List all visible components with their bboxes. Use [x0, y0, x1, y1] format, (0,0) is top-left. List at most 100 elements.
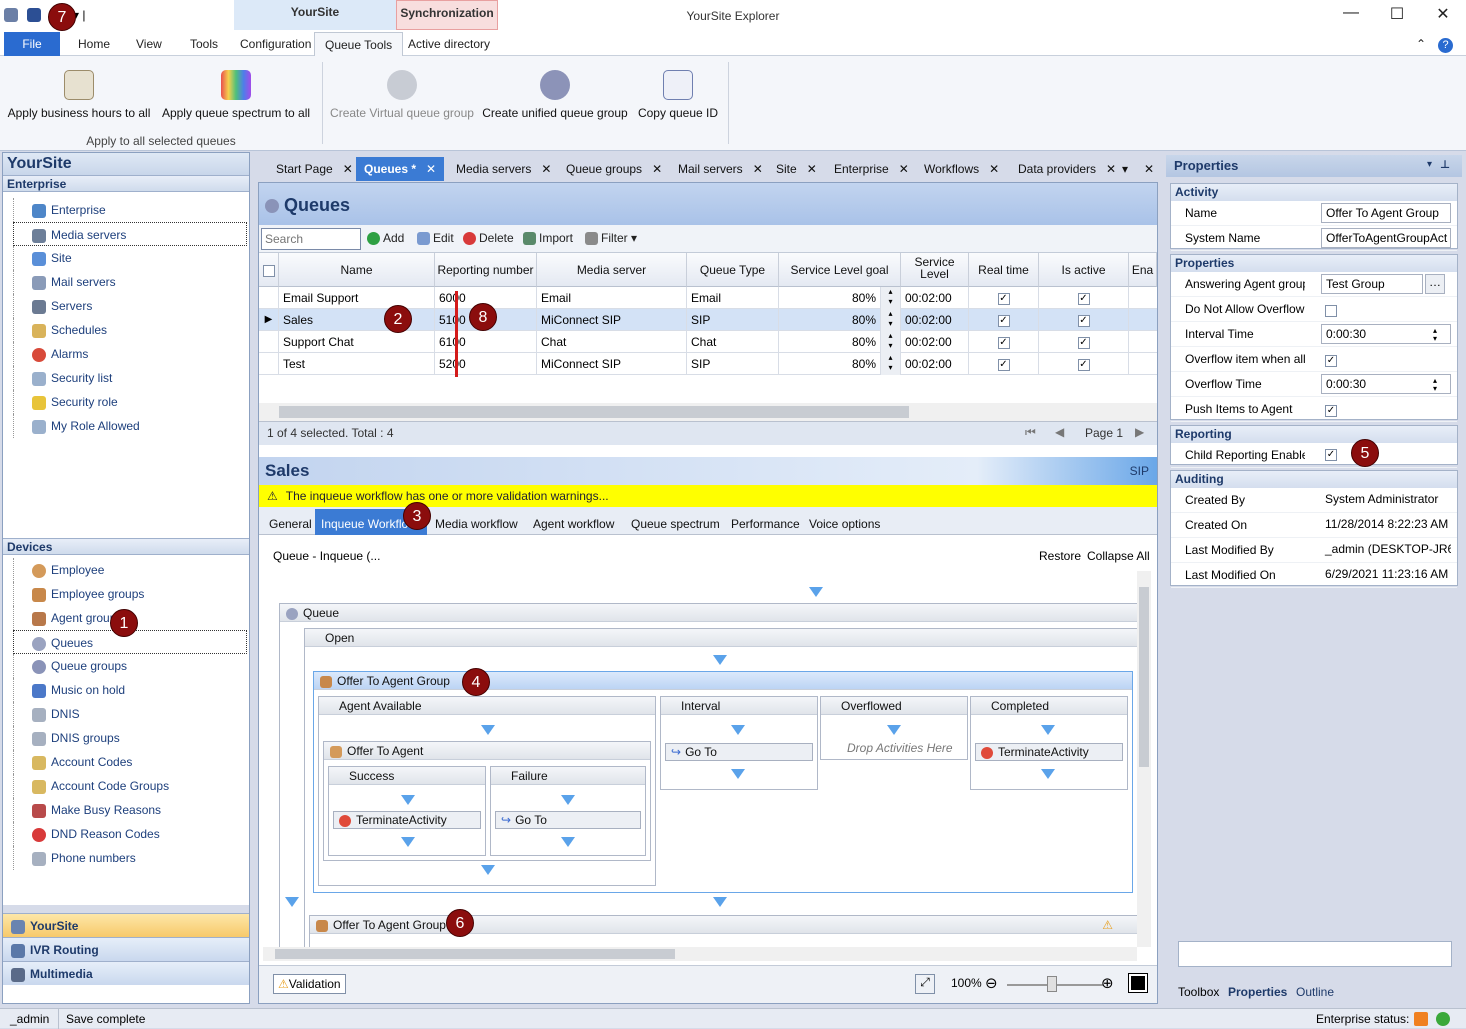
close-all-icon[interactable]: ✕: [1140, 157, 1158, 181]
nav-section-ivr-routing[interactable]: IVR Routing: [3, 937, 249, 961]
open-activity[interactable]: Open Offer To Agent Group Agent Availabl…: [304, 628, 1139, 951]
tab-media-workflow[interactable]: Media workflow: [429, 509, 524, 535]
close-icon[interactable]: ✕: [426, 162, 436, 176]
child-reporting-checkbox[interactable]: ✓: [1325, 447, 1337, 461]
group-header[interactable]: Auditing: [1171, 471, 1457, 488]
close-icon[interactable]: ✕: [1106, 162, 1116, 176]
overflow-time-field[interactable]: 0:00:30: [1321, 374, 1451, 394]
fit-to-screen-icon[interactable]: ⤢: [915, 974, 935, 994]
next-page-icon[interactable]: ▶: [1135, 425, 1144, 439]
apply-queue-spectrum-button[interactable]: Apply queue spectrum to all: [158, 70, 314, 120]
tab-properties[interactable]: Properties: [1228, 985, 1287, 999]
doc-tab-queues[interactable]: Queues * ✕: [356, 157, 445, 181]
doc-tab-site[interactable]: Site ✕: [768, 157, 825, 181]
nav-item-dnis-groups[interactable]: DNIS groups: [13, 726, 249, 750]
doc-tab-data-providers[interactable]: Data providers ✕: [1010, 157, 1124, 181]
col-header-enabled[interactable]: Ena: [1129, 253, 1157, 287]
tab-outline[interactable]: Outline: [1296, 985, 1334, 999]
checkbox[interactable]: ✓: [1077, 336, 1090, 349]
goto-activity[interactable]: ↪ Go To: [495, 811, 641, 829]
dropdown-icon[interactable]: ▾: [1427, 159, 1432, 170]
tab-general[interactable]: General: [263, 509, 318, 535]
terminate-activity[interactable]: TerminateActivity: [975, 743, 1123, 761]
first-page-icon[interactable]: ⏮: [1025, 425, 1036, 440]
vertical-scrollbar[interactable]: [1137, 571, 1151, 947]
nav-item-dnis[interactable]: DNIS: [13, 702, 249, 726]
spin-button[interactable]: ▴ ▾: [1433, 377, 1437, 393]
minimize-button[interactable]: —: [1336, 4, 1366, 26]
spin-button[interactable]: ▴ ▾: [881, 331, 901, 353]
col-header-service-level-goal[interactable]: Service Level goal: [779, 253, 901, 287]
scrollbar-thumb[interactable]: [279, 406, 909, 418]
checkbox[interactable]: ✓: [1077, 314, 1090, 327]
browse-button[interactable]: …: [1425, 274, 1445, 294]
nav-item-queue-groups[interactable]: Queue groups: [13, 654, 249, 678]
nav-item-security-role[interactable]: Security role: [13, 390, 249, 414]
nav-item-servers[interactable]: Servers: [13, 294, 249, 318]
col-header-service-level[interactable]: Service Level: [901, 253, 969, 287]
checkbox[interactable]: ✓: [997, 314, 1010, 327]
table-row[interactable]: Support Chat 6100 Chat Chat 80% ▴ ▾ 00:02…: [259, 331, 1157, 353]
create-virtual-queue-group-button[interactable]: Create Virtual queue group: [328, 70, 476, 120]
apply-business-hours-button[interactable]: Apply business hours to all: [6, 70, 152, 120]
select-all-checkbox[interactable]: [259, 253, 279, 287]
doc-tab-start-page[interactable]: Start Page ✕: [268, 157, 361, 181]
tab-home[interactable]: Home: [68, 32, 120, 56]
validation-button[interactable]: ⚠Validation: [273, 974, 346, 994]
tab-queue-tools[interactable]: Queue Tools: [314, 32, 404, 56]
horizontal-scrollbar[interactable]: [263, 947, 1137, 961]
tab-agent-workflow[interactable]: Agent workflow: [527, 509, 620, 535]
drop-zone[interactable]: Drop Activities Here: [847, 741, 953, 755]
close-icon[interactable]: ✕: [652, 162, 662, 176]
col-header-reporting-number[interactable]: Reporting number: [435, 253, 537, 287]
delete-button[interactable]: Delete: [463, 231, 514, 246]
nav-item-music-on-hold[interactable]: Music on hold: [13, 678, 249, 702]
tab-voice-options[interactable]: Voice options: [803, 509, 886, 535]
tab-list-dropdown-icon[interactable]: ▾: [1118, 157, 1132, 181]
close-icon[interactable]: ✕: [753, 162, 763, 176]
tab-view[interactable]: View: [126, 32, 172, 56]
overflow-item-checkbox[interactable]: ✓: [1325, 353, 1337, 367]
checkbox[interactable]: [262, 264, 275, 277]
filter-button[interactable]: Filter ▾: [585, 231, 637, 246]
nav-section-multimedia[interactable]: Multimedia: [3, 961, 249, 985]
prev-page-icon[interactable]: ◀: [1055, 425, 1064, 439]
checkbox[interactable]: ✓: [1325, 404, 1337, 417]
tab-tools[interactable]: Tools: [180, 32, 228, 56]
col-header-real-time[interactable]: Real time: [969, 253, 1039, 287]
nav-item-site[interactable]: Site: [13, 246, 249, 270]
table-row[interactable]: Test 5200 MiConnect SIP SIP 80% ▴ ▾ 00:02…: [259, 353, 1157, 375]
zoom-out-icon[interactable]: ⊖: [985, 974, 998, 992]
completed-branch[interactable]: Completed TerminateActivity: [970, 696, 1128, 790]
help-icon[interactable]: ?: [1436, 32, 1455, 56]
queue-activity[interactable]: Queue Open Offer To Agent Group Agent Av…: [279, 603, 1139, 951]
close-icon[interactable]: ✕: [541, 162, 551, 176]
zoom-in-icon[interactable]: ⊕: [1101, 974, 1114, 992]
nav-item-enterprise[interactable]: Enterprise: [13, 198, 249, 222]
import-button[interactable]: Import: [523, 231, 573, 246]
spin-button[interactable]: ▴ ▾: [881, 309, 901, 331]
nav-item-employee[interactable]: Employee: [13, 558, 249, 582]
scrollbar-thumb[interactable]: [1139, 587, 1149, 767]
offer-to-agent-activity[interactable]: Offer To Agent Success TerminateActivity…: [323, 741, 651, 861]
failure-branch[interactable]: Failure ↪ Go To: [490, 766, 646, 856]
nav-item-security-list[interactable]: Security list: [13, 366, 249, 390]
tab-queue-spectrum[interactable]: Queue spectrum: [625, 509, 726, 535]
doc-tab-media-servers[interactable]: Media servers ✕: [448, 157, 559, 181]
close-icon[interactable]: ✕: [343, 162, 353, 176]
checkbox[interactable]: [1325, 304, 1337, 317]
spin-button[interactable]: ▴ ▾: [881, 287, 901, 309]
tab-toolbox[interactable]: Toolbox: [1178, 985, 1219, 999]
nav-item-alarms[interactable]: Alarms: [13, 342, 249, 366]
nav-item-employee-groups[interactable]: Employee groups: [13, 582, 249, 606]
spin-button[interactable]: ▴ ▾: [881, 353, 901, 375]
tab-performance[interactable]: Performance: [725, 509, 806, 535]
add-button[interactable]: Add: [367, 231, 404, 246]
overflowed-branch[interactable]: Overflowed Drop Activities Here: [820, 696, 968, 760]
name-field[interactable]: Offer To Agent Group: [1321, 203, 1451, 223]
nav-section-yoursite[interactable]: YourSite: [3, 913, 249, 937]
close-icon[interactable]: ✕: [899, 162, 909, 176]
col-header-is-active[interactable]: Is active: [1039, 253, 1129, 287]
splitter[interactable]: [3, 905, 249, 913]
close-icon[interactable]: ✕: [807, 162, 817, 176]
